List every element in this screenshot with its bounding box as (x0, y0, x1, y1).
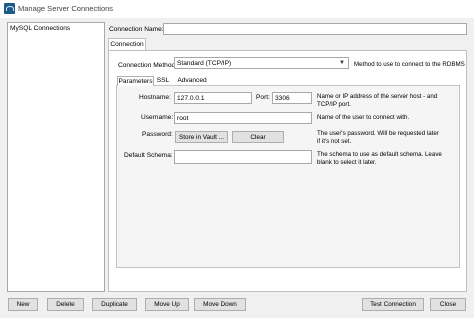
connection-method-value: Standard (TCP/IP) (177, 60, 232, 67)
new-button[interactable]: New (8, 298, 38, 311)
title-bar: Manage Server Connections (0, 0, 474, 18)
default-schema-label: Default Schema: (124, 152, 173, 159)
password-label: Password: (142, 131, 173, 138)
close-button[interactable]: Close (430, 298, 466, 311)
connection-method-label: Connection Method: (118, 62, 178, 69)
default-schema-description: The schema to use as default schema. Lea… (317, 151, 442, 166)
duplicate-button[interactable]: Duplicate (92, 298, 137, 311)
mysql-workbench-icon (4, 3, 15, 14)
connections-list[interactable]: MySQL Connections (7, 22, 105, 292)
move-up-button[interactable]: Move Up (145, 298, 189, 311)
move-down-button[interactable]: Move Down (194, 298, 246, 311)
connection-name-label: Connection Name: (109, 26, 164, 33)
hostname-input[interactable]: 127.0.0.1 (174, 92, 252, 104)
username-input[interactable]: root (174, 112, 312, 124)
default-schema-input[interactable] (174, 150, 312, 164)
list-item[interactable]: MySQL Connections (10, 25, 70, 32)
hostname-description: Name or IP address of the server host - … (317, 93, 438, 108)
hostname-label: Hostname: (139, 94, 171, 101)
delete-button[interactable]: Delete (47, 298, 84, 311)
tab-connection[interactable]: Connection (108, 38, 146, 50)
password-description: The user's password. Will be requested l… (317, 130, 439, 145)
connection-method-select[interactable]: Standard (TCP/IP) ▼ (174, 57, 349, 69)
tab-ssl[interactable]: SSL (155, 76, 171, 86)
tab-advanced[interactable]: Advanced (175, 76, 209, 86)
username-label: Username: (141, 114, 174, 121)
chevron-down-icon: ▼ (339, 60, 345, 66)
tab-parameters[interactable]: Parameters (117, 76, 154, 86)
connection-name-input[interactable] (163, 23, 467, 35)
window-title: Manage Server Connections (18, 4, 114, 13)
test-connection-button[interactable]: Test Connection (362, 298, 424, 311)
store-in-vault-button[interactable]: Store in Vault ... (175, 131, 228, 143)
connection-method-description: Method to use to connect to the RDBMS (354, 61, 465, 68)
username-description: Name of the user to connect with. (317, 114, 410, 121)
port-label: Port: (256, 94, 270, 101)
port-input[interactable]: 3306 (272, 92, 312, 104)
clear-password-button[interactable]: Clear (232, 131, 284, 143)
